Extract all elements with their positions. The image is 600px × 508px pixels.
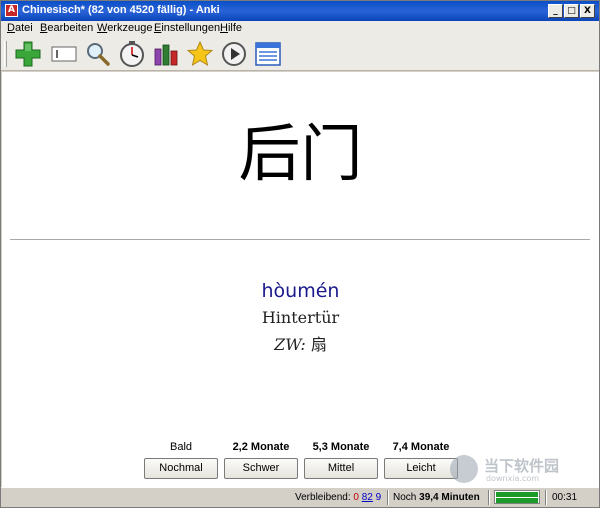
- toolbar-grip[interactable]: [4, 41, 7, 67]
- interval-label-hard: 2,2 Monate: [232, 441, 290, 453]
- add-icon: [15, 41, 41, 67]
- remaining-new-count: 0: [353, 492, 359, 503]
- watermark: 当下软件园 downxia.com: [450, 455, 590, 485]
- remaining-label: Verbleibend:: [295, 492, 351, 503]
- card-pinyin: hòumén: [261, 280, 340, 302]
- card-meaning: Hintertür: [261, 308, 340, 327]
- card-question: 后门: [238, 117, 363, 190]
- remaining-counts: Verbleibend: 0 82 9: [295, 492, 381, 503]
- mark-button[interactable]: [185, 40, 215, 68]
- card-view: 后门 hòumén Hintertür ZW: 扇 Bald 2,2 Monat…: [2, 72, 599, 487]
- star-icon: [186, 40, 214, 67]
- menu-hilfe[interactable]: Hilfe: [220, 22, 242, 34]
- measure-word-value: 扇: [310, 335, 327, 354]
- interval-label-easy: 7,4 Monate: [392, 441, 450, 453]
- interval-label-good: 5,3 Monate: [312, 441, 370, 453]
- card-list-button[interactable]: [253, 40, 283, 68]
- watermark-subtext: downxia.com: [486, 474, 540, 483]
- window-title: Chinesisch* (82 von 4520 fällig) - Anki: [22, 4, 220, 16]
- menu-datei[interactable]: Datei: [7, 22, 33, 34]
- status-separator: [545, 490, 547, 505]
- time-value: 39,4 Minuten: [419, 492, 480, 503]
- timer-icon: [120, 41, 144, 67]
- close-button[interactable]: X: [580, 4, 595, 18]
- menu-bearbeiten[interactable]: Bearbeiten: [40, 22, 93, 34]
- stats-button[interactable]: [151, 40, 181, 68]
- edit-field-icon: [51, 46, 77, 62]
- time-remaining: Noch 39,4 Minuten: [393, 492, 480, 503]
- timebox-button[interactable]: [117, 40, 147, 68]
- statistics-icon: [154, 44, 178, 66]
- time-prefix: Noch: [393, 492, 417, 503]
- watermark-text: 当下软件园: [484, 457, 560, 475]
- anki-window: A Chinesisch* (82 von 4520 fällig) - Ank…: [0, 0, 600, 508]
- menu-werkzeuge[interactable]: Werkzeuge: [97, 22, 152, 34]
- menu-einstellungen[interactable]: Einstellungen: [154, 22, 220, 34]
- remaining-due-count[interactable]: 82: [362, 492, 373, 503]
- hard-button[interactable]: Schwer: [224, 458, 298, 479]
- good-button[interactable]: Mittel: [304, 458, 378, 479]
- add-button[interactable]: [13, 40, 43, 68]
- remaining-review-count: 9: [375, 492, 382, 503]
- interval-label-again: Bald: [169, 441, 193, 453]
- edit-button[interactable]: [49, 40, 79, 68]
- menu-bar: Datei Bearbeiten Werkzeuge Einstellungen…: [1, 21, 599, 37]
- replay-audio-button[interactable]: [219, 40, 249, 68]
- elapsed-time: 00:31: [552, 492, 578, 503]
- toolbar: [1, 37, 599, 71]
- easy-button[interactable]: Leicht: [384, 458, 458, 479]
- progress-fill-bottom: [496, 498, 538, 503]
- watermark-logo-icon: [450, 455, 478, 483]
- status-bar: Verbleibend: 0 82 9 Noch 39,4 Minuten 00…: [1, 487, 599, 507]
- question-answer-divider: [10, 239, 590, 240]
- session-progress-bar: [494, 490, 540, 504]
- browse-button[interactable]: [83, 40, 113, 68]
- again-button[interactable]: Nochmal: [144, 458, 218, 479]
- play-icon: [222, 42, 246, 66]
- anki-app-icon: A: [5, 4, 18, 17]
- card-measure-word: ZW: 扇: [2, 331, 599, 355]
- maximize-button[interactable]: □: [564, 4, 579, 18]
- status-separator: [488, 490, 490, 505]
- search-icon: [87, 43, 110, 66]
- title-bar[interactable]: A Chinesisch* (82 von 4520 fällig) - Ank…: [1, 1, 599, 21]
- list-icon: [255, 42, 281, 66]
- measure-word-label: ZW:: [274, 335, 306, 354]
- minimize-button[interactable]: _: [548, 4, 563, 18]
- status-separator: [387, 490, 389, 505]
- progress-fill-top: [496, 492, 538, 497]
